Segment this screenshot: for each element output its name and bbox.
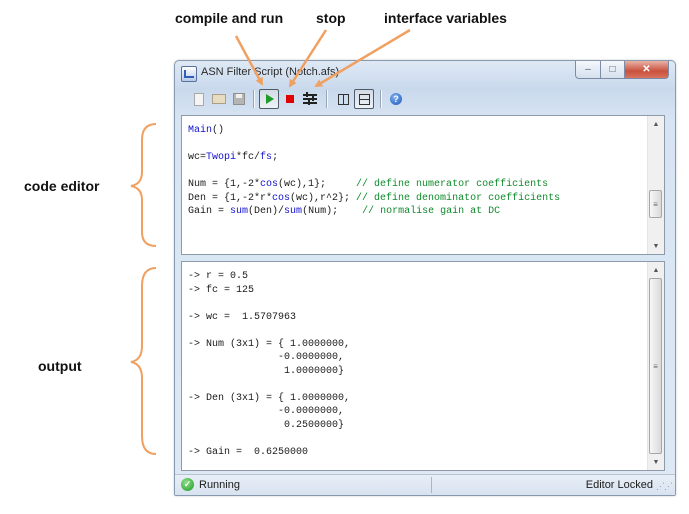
arrow-compile-and-run [234,35,264,86]
brace-output [130,267,157,455]
annotation-overlay [130,28,411,455]
arrow-stop [288,29,328,88]
brace-code-editor [130,123,157,247]
arrow-interface-variables [314,28,411,88]
